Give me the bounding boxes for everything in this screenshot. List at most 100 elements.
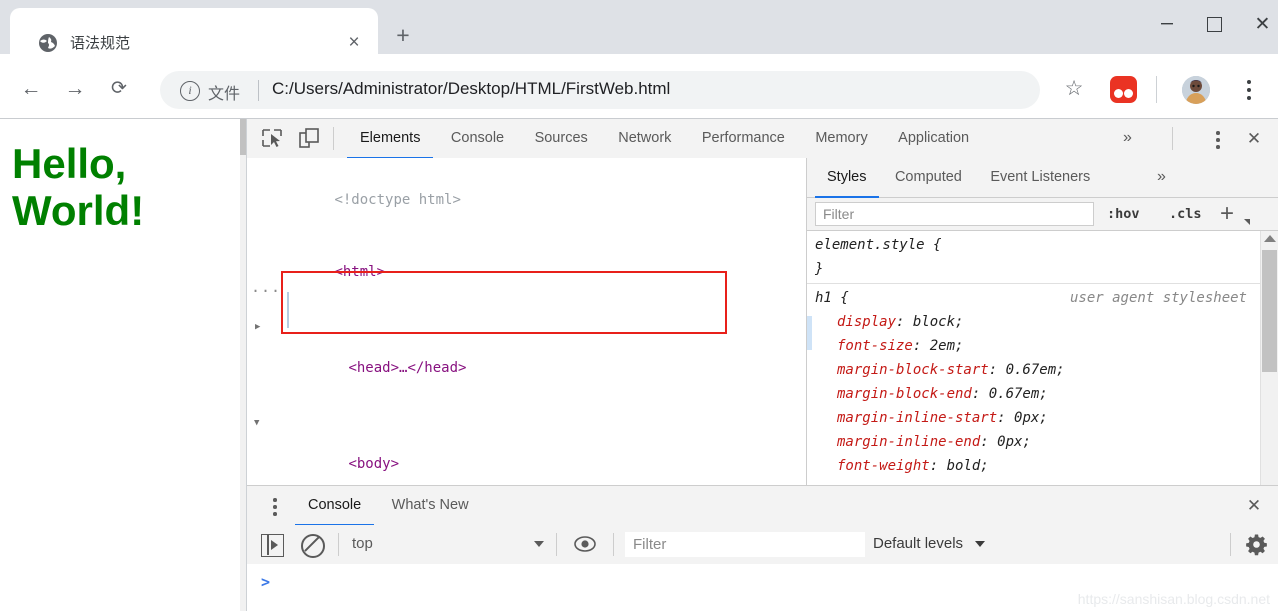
- browser-menu-icon[interactable]: [1238, 74, 1260, 106]
- dom-line-html-open[interactable]: <html>: [247, 236, 806, 308]
- console-levels-chevron-down-icon[interactable]: [975, 541, 985, 547]
- avatar-image: [1182, 76, 1210, 104]
- prop-margin-block-start-name[interactable]: margin-block-start: [815, 362, 989, 378]
- prop-display-value[interactable]: block;: [913, 314, 964, 330]
- html-open-tag: <html>: [334, 264, 386, 280]
- console-toolbar: top Filter Default levels: [247, 525, 1278, 565]
- back-button[interactable]: ←: [16, 74, 46, 104]
- styles-filter-bar: Filter :hov .cls +: [807, 198, 1278, 231]
- prop-margin-inline-end-value[interactable]: 0px;: [997, 434, 1031, 450]
- address-url-text[interactable]: C:/Users/Administrator/Desktop/HTML/Firs…: [272, 79, 670, 99]
- window-close-button[interactable]: ✕: [1240, 8, 1278, 42]
- tab-computed[interactable]: Computed: [883, 158, 974, 196]
- prop-font-size-value[interactable]: 2em;: [930, 338, 964, 354]
- drawer-tab-whats-new[interactable]: What's New: [379, 486, 482, 524]
- dom-overflow-badge[interactable]: ···: [251, 279, 281, 303]
- prop-font-size-name[interactable]: font-size: [815, 338, 913, 354]
- site-info-icon[interactable]: i: [180, 81, 200, 101]
- reload-button[interactable]: ⟳: [104, 74, 134, 104]
- drawer-tab-list: Console What's New: [295, 486, 482, 526]
- dom-indent-guide: [287, 292, 289, 328]
- prop-margin-block-end-name[interactable]: margin-block-end: [815, 386, 972, 402]
- dom-line-head[interactable]: ▶ <head>…</head>: [247, 308, 806, 404]
- extension-dot-right: [1124, 89, 1133, 98]
- window-maximize-button[interactable]: [1192, 8, 1237, 42]
- tab-close-icon[interactable]: ×: [343, 32, 365, 54]
- chevron-down-icon[interactable]: ▼: [254, 411, 259, 435]
- new-style-rule-button[interactable]: +: [1220, 200, 1234, 228]
- prop-margin-inline-end-name[interactable]: margin-inline-end: [815, 434, 980, 450]
- page-viewport: Hello, World!: [0, 119, 247, 611]
- tab-performance[interactable]: Performance: [689, 119, 798, 157]
- console-filter-input[interactable]: Filter: [625, 532, 865, 557]
- devtools-tab-list: Elements Console Sources Network Perform…: [347, 119, 982, 159]
- hover-state-toggle[interactable]: :hov: [1107, 206, 1140, 222]
- console-output[interactable]: > https://sanshisan.blog.csdn.net: [247, 564, 1278, 611]
- tab-application[interactable]: Application: [885, 119, 982, 157]
- console-divider-4: [1230, 533, 1231, 556]
- prop-display-name[interactable]: display: [815, 314, 896, 330]
- dom-line-doctype[interactable]: <!doctype html>: [247, 164, 806, 236]
- address-separator: [258, 80, 259, 101]
- chevron-right-icon[interactable]: ▶: [255, 315, 260, 339]
- tab-event-listeners[interactable]: Event Listeners: [978, 158, 1102, 196]
- devtools-toolbar: Elements Console Sources Network Perform…: [247, 119, 1278, 159]
- console-prompt-icon[interactable]: >: [261, 573, 270, 591]
- extension-red-icon[interactable]: [1110, 76, 1137, 103]
- styles-more-tabs-icon[interactable]: »: [1157, 168, 1166, 186]
- scroll-up-icon[interactable]: [1264, 235, 1276, 242]
- console-context-selector[interactable]: top: [352, 535, 373, 552]
- devtools-settings-kebab-icon[interactable]: [1208, 127, 1228, 150]
- prop-margin-block-start-value[interactable]: 0.67em;: [1006, 362, 1065, 378]
- console-sidebar-icon[interactable]: [261, 534, 284, 557]
- extension-dot-left: [1114, 89, 1123, 98]
- drawer-tab-console[interactable]: Console: [295, 486, 375, 526]
- live-expression-eye-icon[interactable]: [574, 535, 596, 553]
- prop-font-weight-value[interactable]: bold;: [947, 458, 989, 474]
- drawer-kebab-icon[interactable]: [265, 494, 285, 517]
- forward-button[interactable]: →: [60, 74, 90, 104]
- prop-margin-inline-start-name[interactable]: margin-inline-start: [815, 410, 997, 426]
- element-style-closing: }: [815, 261, 824, 277]
- device-toolbar-icon[interactable]: [298, 128, 320, 148]
- styles-filter-input[interactable]: Filter: [815, 202, 1094, 226]
- viewport-scrollbar[interactable]: [240, 119, 246, 611]
- prop-margin-inline-start-value[interactable]: 0px;: [1014, 410, 1048, 426]
- browser-tab[interactable]: 语法规范 ×: [10, 8, 378, 54]
- drawer-close-icon[interactable]: ✕: [1243, 494, 1265, 517]
- devtools-close-icon[interactable]: ✕: [1243, 127, 1265, 150]
- tab-elements[interactable]: Elements: [347, 119, 434, 159]
- styles-scrollbar-thumb[interactable]: [1262, 250, 1277, 372]
- address-bar[interactable]: i 文件 C:/Users/Administrator/Desktop/HTML…: [160, 71, 1040, 109]
- styles-rule-marker: [807, 316, 812, 350]
- tab-memory[interactable]: Memory: [802, 119, 880, 157]
- inspect-element-icon[interactable]: [261, 128, 283, 148]
- gear-icon[interactable]: [1245, 533, 1268, 556]
- more-tabs-icon[interactable]: »: [1123, 129, 1132, 147]
- toolbar-separator: [1156, 76, 1157, 103]
- tab-console[interactable]: Console: [438, 119, 517, 157]
- prop-margin-block-end-value[interactable]: 0.67em;: [989, 386, 1048, 402]
- tab-title: 语法规范: [70, 35, 131, 52]
- tab-styles[interactable]: Styles: [815, 158, 879, 198]
- window-minimize-button[interactable]: [1144, 8, 1189, 42]
- h1-rule-selector: h1 {: [815, 290, 849, 306]
- toolbar-divider-2: [1172, 127, 1173, 150]
- profile-avatar[interactable]: [1182, 76, 1210, 104]
- clear-console-icon[interactable]: [301, 534, 325, 558]
- viewport-scrollbar-thumb[interactable]: [240, 119, 246, 155]
- class-toggle[interactable]: .cls: [1169, 206, 1202, 222]
- tab-sources[interactable]: Sources: [522, 119, 601, 157]
- tab-strip: 语法规范 × + ✕: [0, 0, 1278, 54]
- doctype-text: <!doctype html>: [334, 192, 461, 208]
- console-context-chevron-down-icon[interactable]: [534, 541, 544, 547]
- console-levels-selector[interactable]: Default levels: [873, 535, 963, 552]
- style-rule-h1[interactable]: h1 { user agent stylesheet display: bloc…: [807, 284, 1261, 480]
- tab-network[interactable]: Network: [605, 119, 684, 157]
- new-tab-button[interactable]: +: [390, 22, 416, 48]
- prop-font-weight-name[interactable]: font-weight: [815, 458, 930, 474]
- bookmark-star-icon[interactable]: ☆: [1058, 73, 1090, 105]
- console-drawer-tabs: Console What's New ✕: [247, 485, 1278, 526]
- style-rule-element-style[interactable]: element.style { }: [807, 231, 1261, 284]
- new-style-rule-dropdown-icon[interactable]: [1244, 219, 1250, 225]
